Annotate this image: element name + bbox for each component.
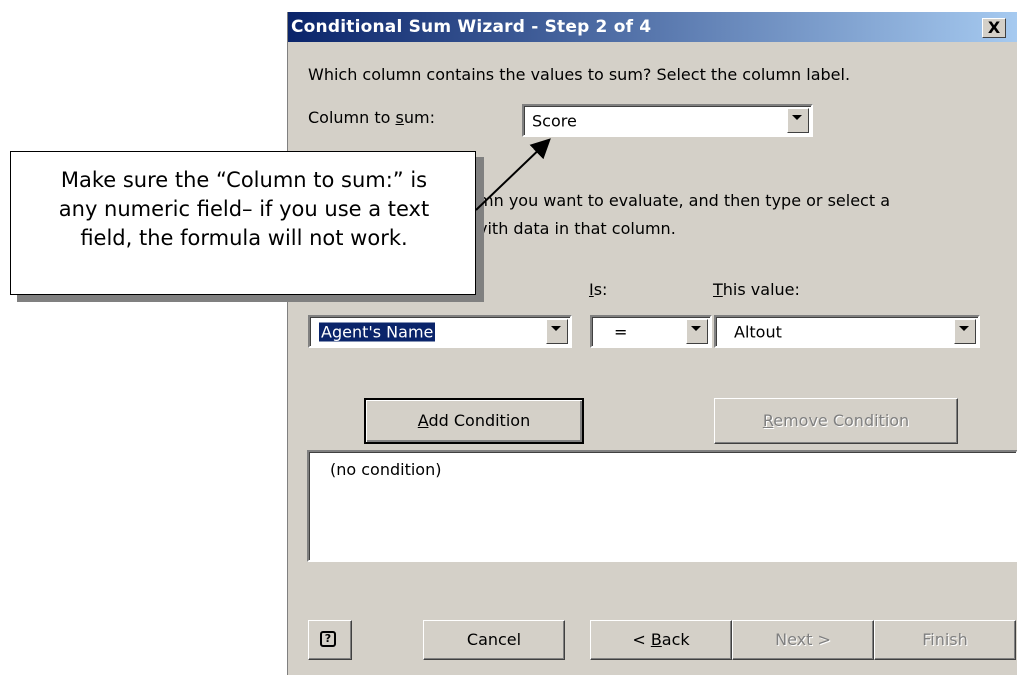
this-value-label: This value: [713, 280, 800, 299]
annotation-callout: Make sure the “Column to sum:” is any nu… [10, 151, 476, 295]
operator-value: = [614, 322, 628, 341]
finish-button[interactable]: Finish [874, 620, 1016, 660]
back-button[interactable]: < Back [590, 620, 732, 660]
next-button[interactable]: Next > [732, 620, 874, 660]
evaluate-instruction-line1: mn you want to evaluate, and then type o… [478, 191, 891, 210]
callout-line-1: Make sure the “Column to sum:” is [60, 168, 428, 192]
remove-condition-label: Remove Condition [762, 411, 910, 430]
list-item[interactable]: (no condition) [330, 460, 441, 479]
chevron-down-icon[interactable] [954, 319, 976, 344]
title-bar[interactable]: Conditional Sum Wizard - Step 2 of 4 X [288, 12, 1017, 42]
instruction-text: Which column contains the values to sum?… [308, 65, 851, 84]
close-icon: X [987, 18, 1001, 37]
callout-text: Make sure the “Column to sum:” is any nu… [11, 166, 477, 253]
remove-condition-button[interactable]: Remove Condition [714, 398, 958, 444]
callout-line-2: any numeric field– if you use a text [58, 197, 430, 221]
close-button[interactable]: X [982, 18, 1006, 38]
this-value-select[interactable]: Altout [714, 315, 980, 348]
help-icon: ? [320, 631, 336, 647]
add-condition-label: Add Condition [417, 411, 531, 430]
callout-line-3: field, the formula will not work. [80, 226, 408, 250]
chevron-down-icon[interactable] [787, 108, 809, 133]
add-condition-button[interactable]: Add Condition [364, 398, 584, 444]
is-label: Is: [589, 280, 608, 299]
evaluate-instruction-line2: vith data in that column. [478, 219, 676, 238]
condition-listbox[interactable]: (no condition) [307, 450, 1017, 562]
operator-select[interactable]: = [590, 315, 712, 348]
column-to-sum-value: Score [532, 111, 577, 130]
back-label: < Back [632, 630, 690, 649]
column-to-sum-select[interactable]: Score [522, 104, 813, 137]
column-to-sum-label: Column to sum: [308, 108, 435, 127]
cancel-button[interactable]: Cancel [423, 620, 565, 660]
this-value-value: Altout [734, 322, 782, 341]
chevron-down-icon[interactable] [686, 319, 708, 344]
dialog-title: Conditional Sum Wizard - Step 2 of 4 [291, 17, 652, 37]
help-button[interactable]: ? [308, 620, 352, 660]
condition-column-value: Agent's Name [319, 322, 436, 341]
wizard-dialog: Conditional Sum Wizard - Step 2 of 4 X W… [287, 12, 1017, 675]
condition-column-select[interactable]: Agent's Name [308, 315, 572, 348]
chevron-down-icon[interactable] [546, 319, 568, 344]
